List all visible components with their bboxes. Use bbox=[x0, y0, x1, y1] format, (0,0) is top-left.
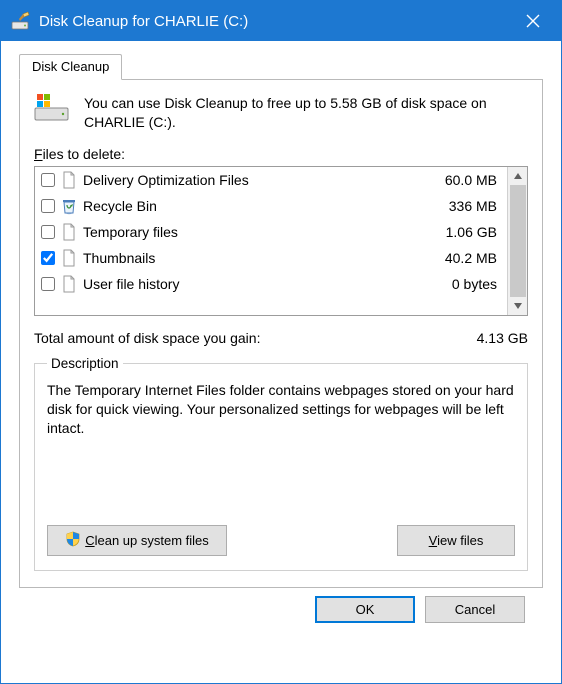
scrollbar[interactable] bbox=[507, 167, 527, 315]
file-page-icon bbox=[61, 170, 77, 190]
description-legend: Description bbox=[47, 356, 123, 371]
list-item[interactable]: Thumbnails 40.2 MB bbox=[35, 245, 507, 271]
item-size: 40.2 MB bbox=[421, 250, 501, 266]
scroll-up-icon[interactable] bbox=[511, 169, 525, 183]
total-label: Total amount of disk space you gain: bbox=[34, 330, 260, 346]
item-size: 1.06 GB bbox=[421, 224, 501, 240]
ok-button[interactable]: OK bbox=[315, 596, 415, 623]
clean-up-system-files-button[interactable]: Clean up system files bbox=[47, 525, 227, 556]
item-name: Thumbnails bbox=[83, 250, 415, 266]
tab-disk-cleanup[interactable]: Disk Cleanup bbox=[19, 54, 122, 80]
file-page-icon bbox=[61, 222, 77, 242]
files-to-delete-label: Files to delete: bbox=[34, 146, 528, 162]
titlebar: Disk Cleanup for CHARLIE (C:) bbox=[1, 1, 561, 41]
description-text: The Temporary Internet Files folder cont… bbox=[47, 381, 515, 511]
tabstrip: Disk Cleanup bbox=[19, 54, 543, 80]
list-item[interactable]: Temporary files 1.06 GB bbox=[35, 219, 507, 245]
cancel-button[interactable]: Cancel bbox=[425, 596, 525, 623]
file-page-icon bbox=[61, 248, 77, 268]
tabpanel: You can use Disk Cleanup to free up to 5… bbox=[19, 79, 543, 588]
list-item[interactable]: Delivery Optimization Files 60.0 MB bbox=[35, 167, 507, 193]
file-page-icon bbox=[61, 274, 77, 294]
list-item[interactable]: User file history 0 bytes bbox=[35, 271, 507, 297]
scroll-down-icon[interactable] bbox=[511, 299, 525, 313]
recycle-bin-icon bbox=[61, 196, 77, 216]
item-name: Recycle Bin bbox=[83, 198, 415, 214]
dialog-footer: OK Cancel bbox=[19, 588, 543, 623]
client-area: Disk Cleanup You can u bbox=[1, 41, 561, 683]
item-size: 60.0 MB bbox=[421, 172, 501, 188]
item-size: 0 bytes bbox=[421, 276, 501, 292]
item-checkbox[interactable] bbox=[41, 225, 55, 239]
list-item[interactable]: Recycle Bin 336 MB bbox=[35, 193, 507, 219]
item-name: Temporary files bbox=[83, 224, 415, 240]
window-title: Disk Cleanup for CHARLIE (C:) bbox=[39, 13, 513, 30]
view-files-button[interactable]: View files bbox=[397, 525, 515, 556]
item-checkbox[interactable] bbox=[41, 173, 55, 187]
item-name: User file history bbox=[83, 276, 415, 292]
item-checkbox[interactable] bbox=[41, 277, 55, 291]
total-value: 4.13 GB bbox=[477, 330, 528, 346]
item-checkbox[interactable] bbox=[41, 251, 55, 265]
item-checkbox[interactable] bbox=[41, 199, 55, 213]
description-group: Description The Temporary Internet Files… bbox=[34, 356, 528, 571]
close-button[interactable] bbox=[513, 1, 553, 41]
drive-windows-icon bbox=[34, 94, 70, 132]
shield-icon bbox=[65, 531, 81, 550]
drive-brush-icon bbox=[11, 11, 31, 31]
button-label: View files bbox=[429, 533, 484, 548]
item-size: 336 MB bbox=[421, 198, 501, 214]
item-name: Delivery Optimization Files bbox=[83, 172, 415, 188]
intro-text: You can use Disk Cleanup to free up to 5… bbox=[84, 94, 528, 132]
files-listbox[interactable]: Delivery Optimization Files 60.0 MB Recycl… bbox=[34, 166, 528, 316]
disk-cleanup-window: Disk Cleanup for CHARLIE (C:) Disk Clean… bbox=[0, 0, 562, 684]
scroll-thumb[interactable] bbox=[510, 185, 526, 297]
button-label: Clean up system files bbox=[85, 533, 209, 548]
